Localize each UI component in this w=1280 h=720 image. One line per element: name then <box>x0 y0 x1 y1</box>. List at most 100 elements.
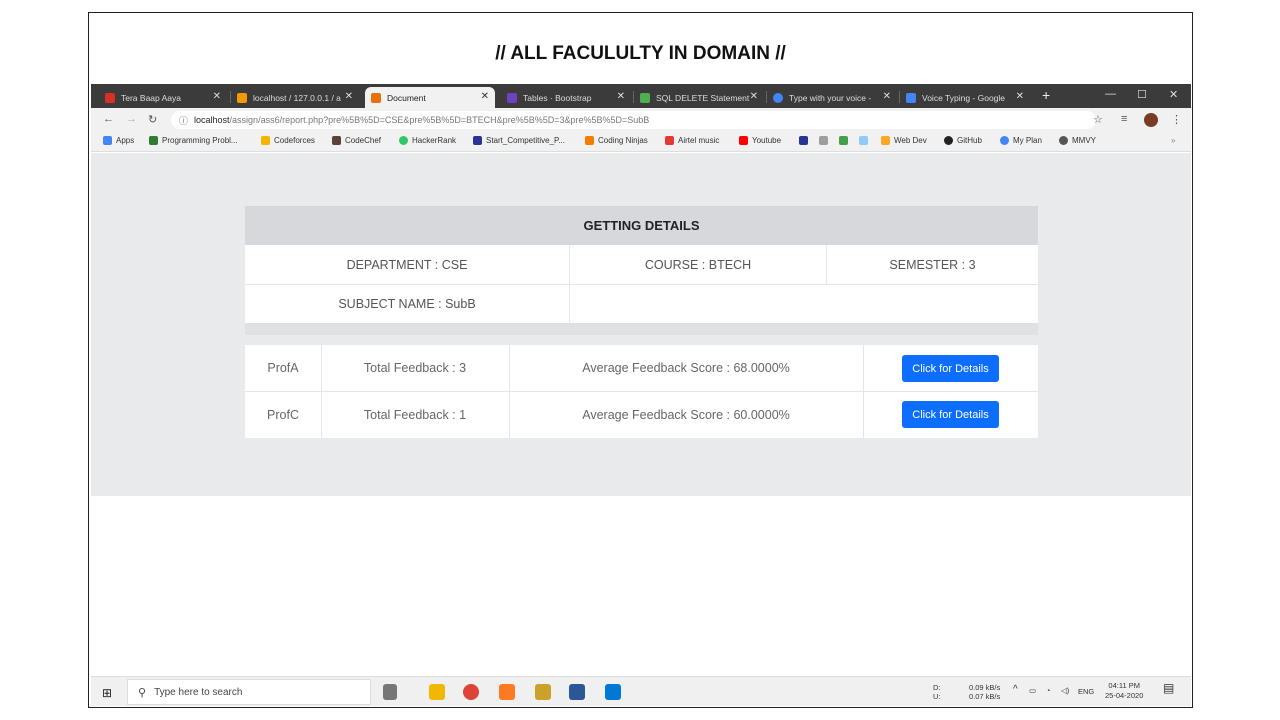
vscode-icon[interactable] <box>605 684 621 700</box>
search-placeholder: Type here to search <box>154 686 243 698</box>
notepad-plus-icon[interactable] <box>535 684 551 700</box>
bookmark-label: Airtel music <box>678 136 720 145</box>
bookmark-label: Web Dev <box>894 136 927 145</box>
close-icon[interactable]: ✕ <box>750 91 758 102</box>
bookmark-label: Codeforces <box>274 136 315 145</box>
maximize-icon[interactable]: ☐ <box>1137 88 1147 101</box>
url-host: localhost <box>194 115 230 125</box>
screenshot-frame: // ALL FACULULTY IN DOMAIN // Tera Baap … <box>88 12 1193 708</box>
volume-icon[interactable]: ◁) <box>1061 686 1069 695</box>
bookmark-label: My Plan <box>1013 136 1042 145</box>
bookmark-label: Apps <box>116 136 135 145</box>
network-speed: 0.09 kB/s 0.07 kB/s <box>969 683 1000 701</box>
bookmark-my-plan[interactable]: My Plan <box>1000 136 1042 145</box>
windows-taskbar: ⊞ ⚲ Type here to search D: U: 0.09 kB/s 0.… <box>91 676 1191 706</box>
github-icon <box>944 136 953 145</box>
wifi-icon[interactable]: ◔ <box>1046 686 1051 695</box>
task-view-icon[interactable] <box>383 684 397 700</box>
back-arrow-icon[interactable]: ← <box>103 113 114 125</box>
codeforces-icon <box>261 136 270 145</box>
url-field[interactable]: ⓘ localhost /assign/ass6/report.php?pre%… <box>171 111 1096 129</box>
reading-list-icon[interactable]: ≡ <box>1121 113 1127 125</box>
bookmark-icon-dots[interactable] <box>859 136 872 145</box>
divider <box>863 345 864 438</box>
bookmark-dots-icon <box>859 136 868 145</box>
tab-tera-baap-aaya[interactable]: Tera Baap Aaya ✕ <box>99 87 227 108</box>
tab-label: Document <box>387 92 426 103</box>
bookmark-mmvy[interactable]: MMVY <box>1059 136 1096 145</box>
forward-arrow-icon[interactable]: → <box>126 113 137 125</box>
bookmark-hackerrank[interactable]: HackerRank <box>399 136 456 145</box>
apps-grid-icon <box>103 136 112 145</box>
battery-icon[interactable]: ▭ <box>1029 686 1036 695</box>
address-bar-row: ← → ↻ ⓘ localhost /assign/ass6/report.ph… <box>91 108 1191 132</box>
new-tab-plus-icon[interactable]: + <box>1042 87 1050 103</box>
tab-localhost-phpmyadmin[interactable]: localhost / 127.0.0.1 / a ✕ <box>231 87 359 108</box>
google-docs-favicon-icon <box>906 92 916 103</box>
net-down-speed: 0.09 kB/s <box>969 683 1001 692</box>
file-explorer-icon[interactable] <box>429 684 445 700</box>
close-icon[interactable]: ✕ <box>883 91 891 102</box>
slide-title: // ALL FACULULTY IN DOMAIN // <box>495 43 786 64</box>
tab-tables-bootstrap[interactable]: Tables · Bootstrap ✕ <box>501 87 631 108</box>
tab-sql-delete[interactable]: SQL DELETE Statement ✕ <box>634 87 764 108</box>
language-indicator[interactable]: ENG <box>1078 687 1094 696</box>
chevron-up-icon[interactable]: ^ <box>1013 685 1018 695</box>
close-icon[interactable]: ✕ <box>617 91 625 102</box>
info-icon[interactable]: ⓘ <box>179 114 188 127</box>
bookmark-programming[interactable]: Programming Probl... <box>149 136 238 145</box>
bookmark-label: Youtube <box>752 136 782 145</box>
document-favicon-icon <box>371 92 381 103</box>
more-bookmarks-chevron-icon[interactable]: » <box>1171 136 1175 145</box>
bookmark-apps[interactable]: Apps <box>103 136 134 145</box>
search-icon: ⚲ <box>138 686 147 699</box>
chrome-icon[interactable] <box>463 684 479 700</box>
xampp-icon[interactable] <box>499 684 515 700</box>
close-icon[interactable]: ✕ <box>213 91 221 102</box>
bookmark-label: Coding Ninjas <box>598 136 648 145</box>
taskbar-search[interactable]: ⚲ Type here to search <box>127 679 371 705</box>
bookmark-youtube[interactable]: Youtube <box>739 136 781 145</box>
tab-bar: Tera Baap Aaya ✕ localhost / 127.0.0.1 /… <box>91 84 1191 108</box>
window-close-icon[interactable]: ✕ <box>1169 88 1178 101</box>
menu-kebab-icon[interactable]: ⋮ <box>1171 113 1182 126</box>
close-icon[interactable]: ✕ <box>1016 91 1024 102</box>
close-icon[interactable]: ✕ <box>345 91 353 102</box>
tab-voice-typing[interactable]: Voice Typing - Google ✕ <box>900 87 1030 108</box>
average-score: Average Feedback Score : 68.0000% <box>582 361 790 375</box>
bookmark-icon-h[interactable] <box>799 136 812 145</box>
airtel-icon <box>665 136 674 145</box>
tab-document[interactable]: Document ✕ <box>365 87 495 108</box>
tab-type-with-voice[interactable]: Type with your voice - ✕ <box>767 87 897 108</box>
tab-label: Type with your voice - <box>789 92 872 103</box>
bookmark-icon-s[interactable] <box>839 136 852 145</box>
bookmark-github[interactable]: GitHub <box>944 136 982 145</box>
divider <box>509 345 510 438</box>
details-button[interactable]: Click for Details <box>902 355 999 382</box>
windows-start-icon[interactable]: ⊞ <box>102 686 112 700</box>
bookmark-icon-c[interactable] <box>819 136 832 145</box>
gfg-icon <box>149 136 158 145</box>
avatar[interactable] <box>1144 113 1158 127</box>
bookmark-star-icon[interactable]: ☆ <box>1093 113 1103 126</box>
word-icon[interactable] <box>569 684 585 700</box>
bookmark-codeforces[interactable]: Codeforces <box>261 136 315 145</box>
bookmarks-bar: Apps Programming Probl... Codeforces Cod… <box>91 132 1191 152</box>
notification-icon[interactable]: ▤ <box>1163 682 1174 694</box>
close-icon[interactable]: ✕ <box>481 91 489 102</box>
tab-label: Tables · Bootstrap <box>523 92 592 103</box>
bookmark-coding-ninjas[interactable]: Coding Ninjas <box>585 136 648 145</box>
bookmark-airtel-music[interactable]: Airtel music <box>665 136 719 145</box>
department-cell: DEPARTMENT : CSE <box>245 245 570 284</box>
bookmark-start-competitive[interactable]: Start_Competitive_P... <box>473 136 565 145</box>
bookmark-codechef[interactable]: CodeChef <box>332 136 381 145</box>
youtube-favicon-icon <box>105 92 115 103</box>
bookmark-web-dev[interactable]: Web Dev <box>881 136 927 145</box>
w3schools-favicon-icon <box>640 92 650 103</box>
bookmark-label: HackerRank <box>412 136 457 145</box>
details-button[interactable]: Click for Details <box>902 401 999 428</box>
system-clock[interactable]: 04:11 PM 25-04-2020 <box>1105 681 1143 701</box>
minimize-icon[interactable]: — <box>1105 88 1116 100</box>
bootstrap-favicon-icon <box>507 92 517 103</box>
reload-icon[interactable]: ↻ <box>148 113 157 126</box>
